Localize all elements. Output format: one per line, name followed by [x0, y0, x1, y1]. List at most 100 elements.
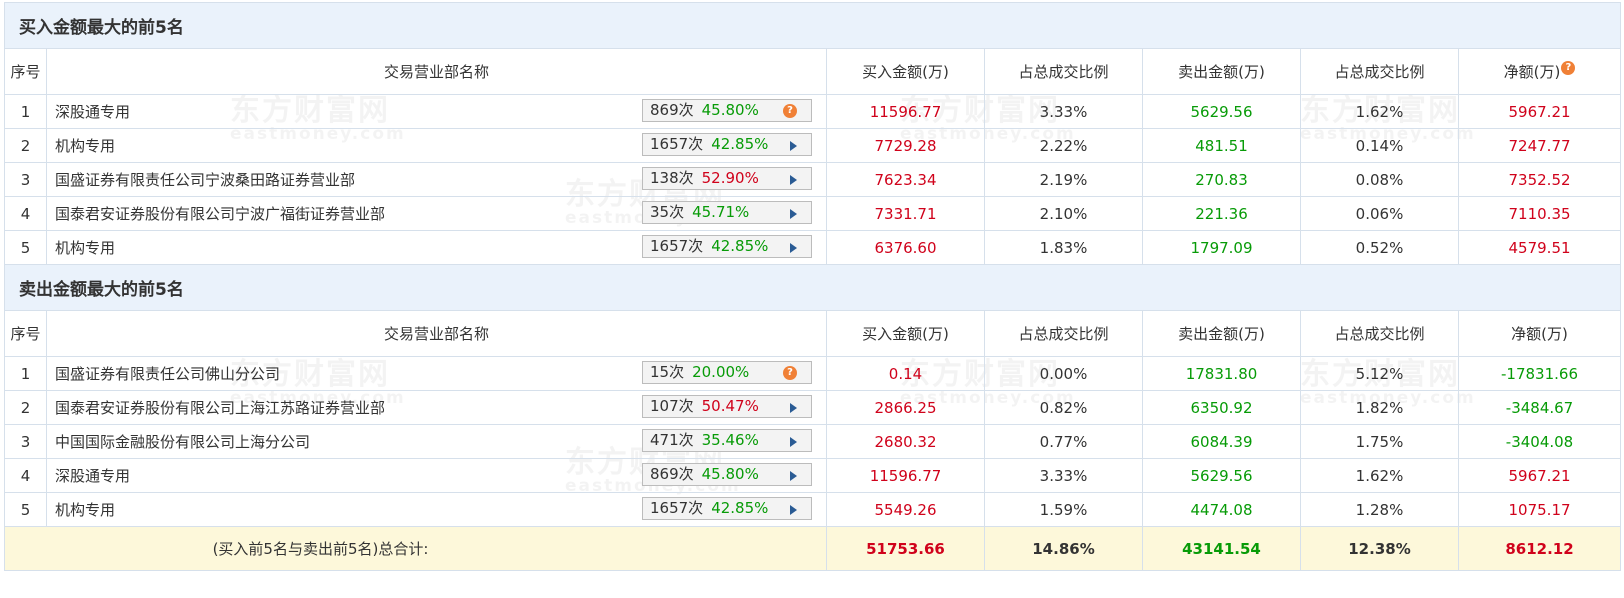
- arrow-right-icon[interactable]: [790, 209, 797, 219]
- table-row: 1 深股通专用 869次 45.80%? 11596.77 3.33% 5629.…: [4, 94, 1622, 129]
- column-header-row: 序号 交易营业部名称 买入金额(万) 占总成交比例 卖出金额(万) 占总成交比例…: [4, 310, 1622, 357]
- branch-stats-tag[interactable]: 107次 50.47%: [642, 395, 812, 418]
- row-index: 2: [4, 128, 47, 163]
- col-header-index: 序号: [4, 48, 47, 95]
- appearance-count: 471次: [650, 431, 694, 449]
- branch-name[interactable]: 国泰君安证券股份有限公司宁波广福街证券营业部: [55, 205, 385, 223]
- branch-name-cell: 中国国际金融股份有限公司上海分公司 471次 35.46%: [46, 424, 827, 459]
- appearance-count: 1657次: [650, 135, 704, 153]
- appearance-count: 1657次: [650, 237, 704, 255]
- col-header-index: 序号: [4, 310, 47, 357]
- row-index: 5: [4, 492, 47, 527]
- branch-name[interactable]: 国盛证券有限责任公司宁波桑田路证券营业部: [55, 171, 355, 189]
- sell-amount: 481.51: [1142, 128, 1301, 163]
- net-amount: 7110.35: [1457, 196, 1622, 231]
- branch-stats-tag[interactable]: 138次 52.90%: [642, 167, 812, 190]
- col-header-sell: 卖出金额(万): [1142, 310, 1301, 357]
- branch-name[interactable]: 机构专用: [55, 137, 115, 155]
- section-header: 卖出金额最大的前5名: [3, 264, 1622, 311]
- buy-amount: 6376.60: [826, 230, 985, 265]
- branch-name[interactable]: 深股通专用: [55, 103, 130, 121]
- sell-ratio: 0.52%: [1300, 230, 1459, 265]
- col-header-net-label: 净额(万): [1511, 325, 1568, 343]
- branch-name[interactable]: 国泰君安证券股份有限公司上海江苏路证券营业部: [55, 399, 385, 417]
- help-icon[interactable]: ?: [783, 366, 797, 380]
- sell-ratio: 0.14%: [1300, 128, 1459, 163]
- branch-stats-tag[interactable]: 1657次 42.85%: [642, 235, 812, 258]
- total-row: (买入前5名与卖出前5名)总合计: 51753.66 14.86% 43141.…: [4, 526, 1622, 571]
- sell-amount: 6350.92: [1142, 390, 1301, 425]
- col-header-buy: 买入金额(万): [826, 310, 985, 357]
- branch-name[interactable]: 机构专用: [55, 501, 115, 519]
- sell-amount: 221.36: [1142, 196, 1301, 231]
- column-header-row: 序号 交易营业部名称 买入金额(万) 占总成交比例 卖出金额(万) 占总成交比例…: [4, 48, 1622, 95]
- arrow-right-icon[interactable]: [790, 141, 797, 151]
- branch-stats-tag[interactable]: 35次 45.71%: [642, 201, 812, 224]
- col-header-buy-ratio: 占总成交比例: [984, 48, 1143, 95]
- table-row: 4 深股通专用 869次 45.80% 11596.77 3.33% 5629.5…: [4, 458, 1622, 493]
- win-rate: 42.85%: [711, 135, 769, 153]
- col-header-net: 净额(万): [1457, 310, 1622, 357]
- branch-name[interactable]: 中国国际金融股份有限公司上海分公司: [55, 433, 310, 451]
- sell-ratio: 1.82%: [1300, 390, 1459, 425]
- buy-amount: 2866.25: [826, 390, 985, 425]
- buy-ratio: 3.33%: [984, 458, 1143, 493]
- col-header-name: 交易营业部名称: [46, 48, 827, 95]
- help-icon[interactable]: ?: [1561, 61, 1576, 75]
- table-row: 4 国泰君安证券股份有限公司宁波广福街证券营业部 35次 45.71% 7331.…: [4, 196, 1622, 231]
- appearance-count: 15次: [650, 363, 685, 381]
- col-header-sell-ratio: 占总成交比例: [1300, 48, 1459, 95]
- buy-ratio: 0.82%: [984, 390, 1143, 425]
- col-header-net: 净额(万)?: [1457, 48, 1622, 95]
- sell-ratio: 1.62%: [1300, 94, 1459, 129]
- appearance-count: 107次: [650, 397, 694, 415]
- section-title: 买入金额最大的前5名: [3, 2, 1622, 49]
- table-row: 3 中国国际金融股份有限公司上海分公司 471次 35.46% 2680.32 0…: [4, 424, 1622, 459]
- branch-name-cell: 深股通专用 869次 45.80%?: [46, 94, 827, 129]
- branch-stats-tag[interactable]: 1657次 42.85%: [642, 497, 812, 520]
- total-label: (买入前5名与卖出前5名)总合计:: [4, 526, 827, 571]
- branch-name-cell: 机构专用 1657次 42.85%: [46, 128, 827, 163]
- arrow-right-icon[interactable]: [790, 175, 797, 185]
- table-row: 2 国泰君安证券股份有限公司上海江苏路证券营业部 107次 50.47% 2866…: [4, 390, 1622, 425]
- row-index: 3: [4, 162, 47, 197]
- row-index: 5: [4, 230, 47, 265]
- buy-amount: 7729.28: [826, 128, 985, 163]
- branch-stats-tag[interactable]: 15次 20.00%?: [642, 361, 812, 384]
- help-icon[interactable]: ?: [783, 104, 797, 118]
- trading-table: 买入金额最大的前5名 序号 交易营业部名称 买入金额(万) 占总成交比例 卖出金…: [3, 2, 1622, 571]
- lhb-page: 东方财富网eastmoney.com 东方财富网eastmoney.com 东方…: [0, 0, 1624, 598]
- arrow-right-icon[interactable]: [790, 403, 797, 413]
- buy-amount: 7331.71: [826, 196, 985, 231]
- win-rate: 42.85%: [711, 237, 769, 255]
- branch-name-cell: 国盛证券有限责任公司宁波桑田路证券营业部 138次 52.90%: [46, 162, 827, 197]
- branch-stats-tag[interactable]: 1657次 42.85%: [642, 133, 812, 156]
- branch-stats-tag[interactable]: 869次 45.80%?: [642, 99, 812, 122]
- arrow-right-icon[interactable]: [790, 505, 797, 515]
- sell-amount: 5629.56: [1142, 94, 1301, 129]
- row-index: 1: [4, 356, 47, 391]
- branch-stats-tag[interactable]: 869次 45.80%: [642, 463, 812, 486]
- sell-ratio: 0.06%: [1300, 196, 1459, 231]
- table-row: 5 机构专用 1657次 42.85% 5549.26 1.59% 4474.08…: [4, 492, 1622, 527]
- col-header-name: 交易营业部名称: [46, 310, 827, 357]
- win-rate: 20.00%: [692, 363, 750, 381]
- row-index: 2: [4, 390, 47, 425]
- sell-amount: 1797.09: [1142, 230, 1301, 265]
- branch-name[interactable]: 国盛证券有限责任公司佛山分公司: [55, 365, 280, 383]
- arrow-right-icon[interactable]: [790, 243, 797, 253]
- col-header-buy-ratio: 占总成交比例: [984, 310, 1143, 357]
- sell-ratio: 1.62%: [1300, 458, 1459, 493]
- buy-ratio: 2.19%: [984, 162, 1143, 197]
- win-rate: 45.71%: [692, 203, 750, 221]
- buy-ratio: 1.59%: [984, 492, 1143, 527]
- arrow-right-icon[interactable]: [790, 471, 797, 481]
- col-header-net-label: 净额(万): [1503, 63, 1561, 81]
- net-amount: -3484.67: [1457, 390, 1622, 425]
- branch-stats-tag[interactable]: 471次 35.46%: [642, 429, 812, 452]
- row-index: 1: [4, 94, 47, 129]
- branch-name[interactable]: 深股通专用: [55, 467, 130, 485]
- branch-name[interactable]: 机构专用: [55, 239, 115, 257]
- arrow-right-icon[interactable]: [790, 437, 797, 447]
- net-amount: 1075.17: [1457, 492, 1622, 527]
